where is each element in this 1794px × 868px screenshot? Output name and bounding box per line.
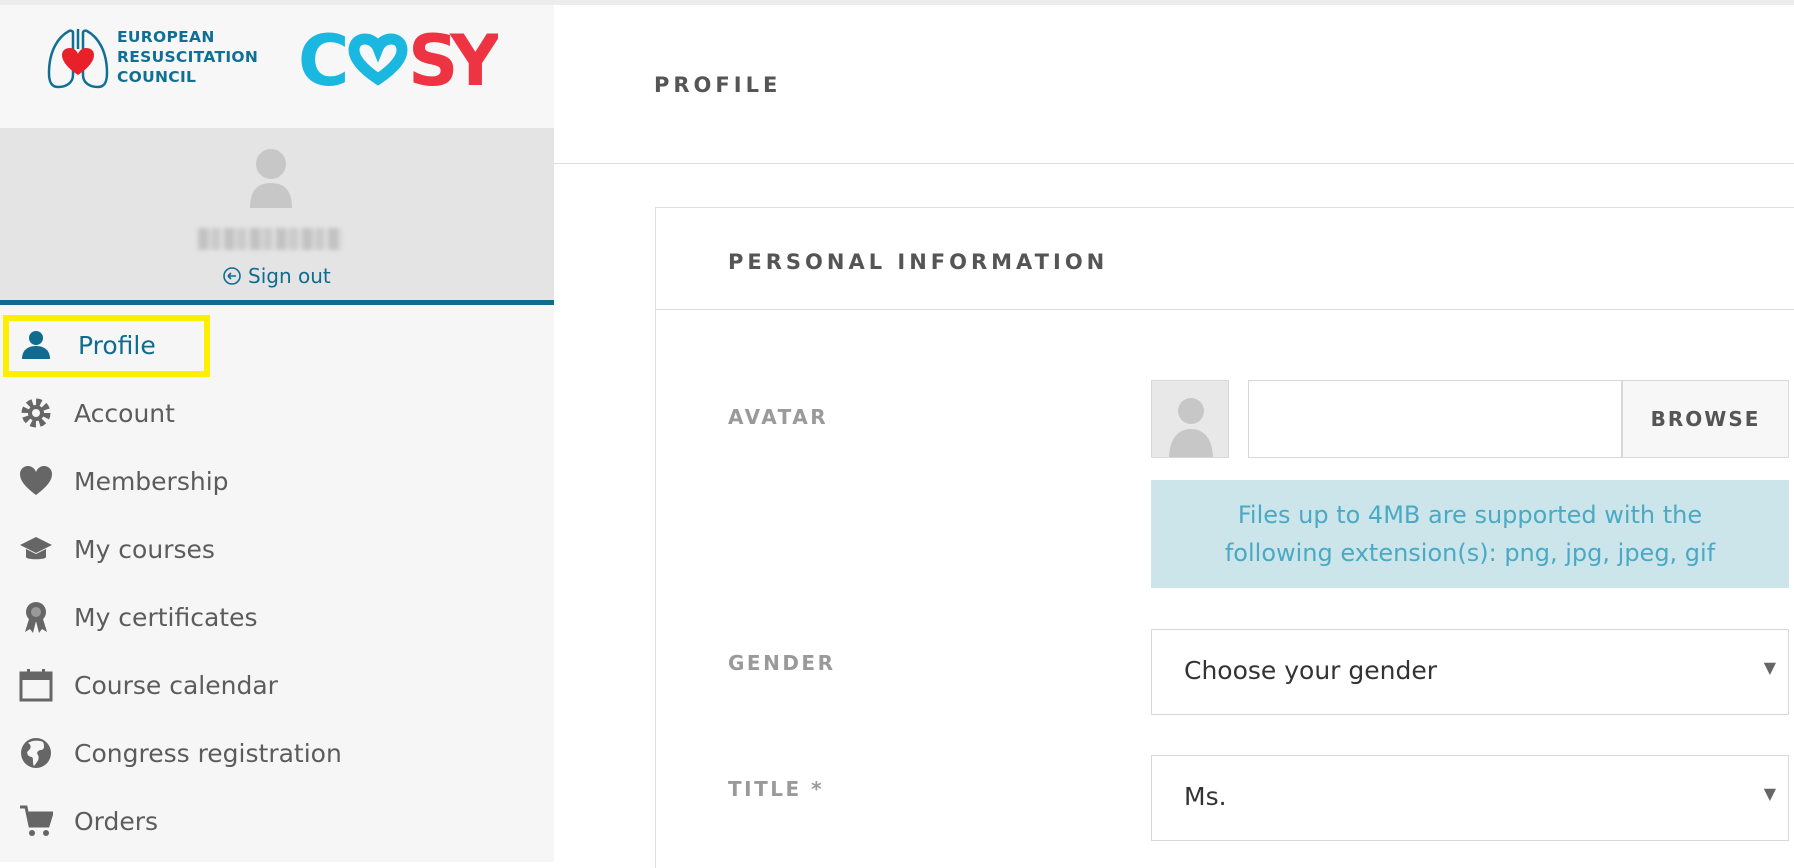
avatar-file-input[interactable] bbox=[1248, 380, 1622, 458]
card-title: PERSONAL INFORMATION bbox=[728, 250, 1109, 274]
org-name-line-1: EUROPEAN bbox=[117, 28, 215, 46]
title-select[interactable]: Ms. ▼ bbox=[1151, 755, 1789, 841]
sidebar-item-my-certificates[interactable]: My certificates bbox=[0, 587, 554, 647]
avatar-placeholder-icon bbox=[1169, 398, 1213, 457]
avatar-preview bbox=[1151, 380, 1229, 458]
globe-icon bbox=[18, 735, 54, 771]
calendar-icon bbox=[18, 667, 54, 703]
erc-lungs-heart-logo[interactable] bbox=[46, 27, 110, 91]
org-name-line-2: RESUSCITATION bbox=[117, 48, 259, 66]
title-label: TITLE * bbox=[728, 777, 825, 801]
sidebar-item-label: Orders bbox=[74, 806, 159, 836]
sidebar-item-label: Course calendar bbox=[74, 670, 278, 700]
cart-icon bbox=[18, 803, 54, 839]
sidebar: EUROPEAN RESUSCITATION COUNCIL C S Y Sig… bbox=[0, 5, 554, 862]
erc-wordmark: EUROPEAN RESUSCITATION COUNCIL bbox=[117, 27, 258, 87]
sign-out-link[interactable]: Sign out bbox=[222, 264, 331, 288]
org-name-line-3: COUNCIL bbox=[117, 68, 197, 86]
sidebar-item-course-calendar[interactable]: Course calendar bbox=[0, 655, 554, 715]
sidebar-item-congress-registration[interactable]: Congress registration bbox=[0, 723, 554, 783]
main-content: PROFILE PERSONAL INFORMATION AVATAR BROW… bbox=[554, 5, 1794, 868]
svg-text:Y: Y bbox=[449, 23, 498, 93]
sidebar-item-label: My certificates bbox=[74, 602, 258, 632]
browse-button[interactable]: BROWSE bbox=[1622, 380, 1789, 458]
avatar-label: AVATAR bbox=[728, 405, 829, 429]
dropdown-arrow-icon: ▼ bbox=[1763, 658, 1776, 677]
sidebar-item-profile[interactable]: Profile bbox=[0, 315, 554, 375]
user-panel: Sign out bbox=[0, 128, 554, 305]
sidebar-item-account[interactable]: Account bbox=[0, 383, 554, 443]
file-hint-message: Files up to 4MB are supported with the f… bbox=[1151, 480, 1789, 588]
sidebar-item-orders[interactable]: Orders bbox=[0, 791, 554, 851]
heart-icon bbox=[18, 463, 54, 499]
user-name-blurred bbox=[198, 228, 342, 250]
gender-select[interactable]: Choose your gender ▼ bbox=[1151, 629, 1789, 715]
gender-label: GENDER bbox=[728, 651, 836, 675]
sign-out-icon bbox=[223, 267, 241, 285]
cosy-logo[interactable]: C S Y bbox=[298, 23, 498, 93]
sidebar-item-label: My courses bbox=[74, 534, 215, 564]
sidebar-item-label: Membership bbox=[74, 466, 229, 496]
sidebar-item-label: Congress registration bbox=[74, 738, 342, 768]
svg-text:C: C bbox=[298, 23, 349, 93]
sidebar-item-membership[interactable]: Membership bbox=[0, 451, 554, 511]
page-title: PROFILE bbox=[654, 73, 782, 97]
card-header: PERSONAL INFORMATION bbox=[656, 208, 1794, 310]
sidebar-item-my-courses[interactable]: My courses bbox=[0, 519, 554, 579]
gender-select-value: Choose your gender bbox=[1184, 656, 1438, 685]
personal-information-card: PERSONAL INFORMATION AVATAR BROWSE Files… bbox=[655, 207, 1794, 868]
page-header: PROFILE bbox=[554, 5, 1794, 164]
award-icon bbox=[18, 599, 54, 635]
title-select-value: Ms. bbox=[1184, 782, 1227, 811]
graduation-cap-icon bbox=[18, 531, 54, 567]
logo-area: EUROPEAN RESUSCITATION COUNCIL C S Y bbox=[0, 5, 554, 128]
sign-out-label: Sign out bbox=[248, 264, 331, 288]
sidebar-item-label: Account bbox=[74, 398, 175, 428]
sidebar-item-label: Profile bbox=[78, 330, 156, 360]
gear-icon bbox=[18, 395, 54, 431]
user-icon bbox=[18, 327, 54, 363]
user-avatar-icon bbox=[250, 149, 292, 208]
dropdown-arrow-icon: ▼ bbox=[1763, 784, 1776, 803]
